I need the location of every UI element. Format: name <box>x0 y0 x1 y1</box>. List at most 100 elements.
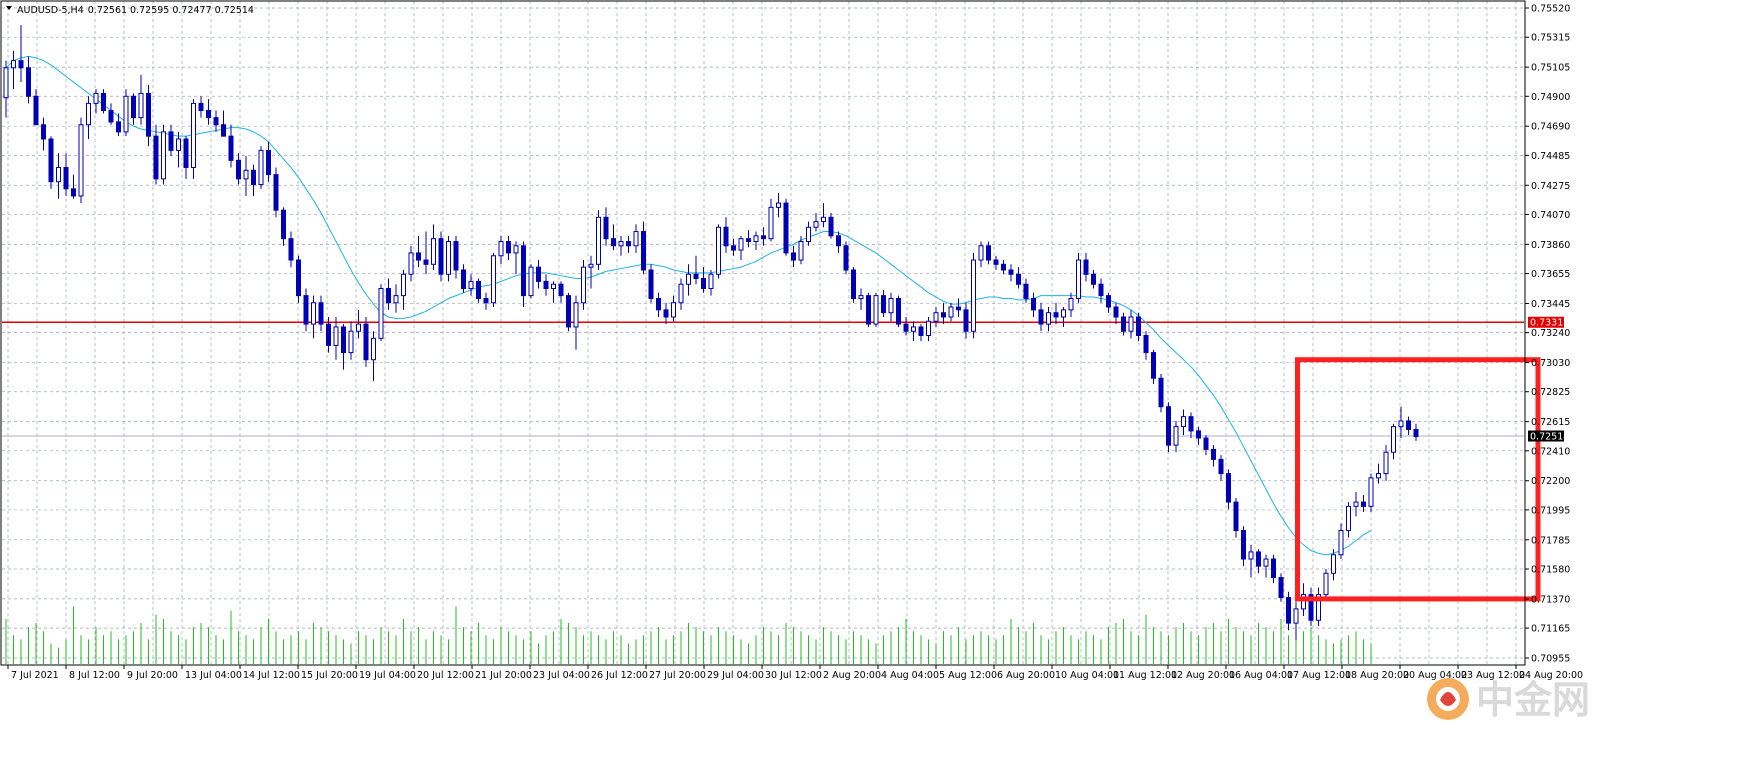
candle-body <box>1353 501 1359 507</box>
price-tick-label: 0.73240 <box>1531 328 1570 339</box>
candle-body <box>438 238 444 275</box>
price-tick-label: 0.73655 <box>1531 269 1570 280</box>
candle-body <box>258 149 264 186</box>
candle-body <box>1331 554 1336 574</box>
candle-body <box>1143 334 1149 354</box>
candle-body <box>1271 558 1276 579</box>
candle-body <box>1218 458 1224 475</box>
price-tick-label: 0.74485 <box>1531 151 1570 162</box>
price-tick-label: 0.75520 <box>1531 4 1570 15</box>
dropdown-triangle-icon[interactable] <box>6 6 12 10</box>
candle-body <box>521 245 526 297</box>
candle-body <box>153 135 159 180</box>
time-tick-label: 6 Aug 20:00 <box>997 670 1055 681</box>
candle-body <box>828 216 834 237</box>
time-tick-label: 18 Aug 20:00 <box>1345 670 1409 681</box>
candle-body <box>123 95 129 133</box>
chart-header: AUDUSD-5,H4 0.72561 0.72595 0.72477 0.725… <box>6 5 254 16</box>
time-tick-label: 19 Jul 04:00 <box>359 670 416 681</box>
candle-body <box>993 259 999 265</box>
candle-body <box>1398 420 1404 428</box>
candle-body <box>933 312 939 322</box>
candle-body <box>806 226 811 243</box>
candle-body <box>401 273 406 297</box>
candle-body <box>101 92 106 112</box>
candle-body <box>918 326 924 336</box>
moving-average <box>5 55 1372 556</box>
candle-body <box>551 283 556 290</box>
candle-body <box>611 238 616 247</box>
candle-body <box>1076 259 1081 299</box>
price-tick-label: 0.70955 <box>1531 654 1570 665</box>
candle-body <box>1361 501 1366 507</box>
candle-body <box>86 102 91 126</box>
candle-body <box>341 326 346 354</box>
price-axis[interactable]: 0.75520 0.75315 0.75105 0.74900 0.74690 0.744… <box>1525 4 1570 665</box>
moving-average-line <box>5 55 1372 556</box>
candle-body <box>903 323 909 332</box>
candle-body <box>963 309 969 332</box>
candle-body <box>138 92 144 119</box>
time-tick-label: 20 Jul 12:00 <box>417 670 474 681</box>
candle-body <box>596 216 601 265</box>
price-tick-label: 0.75105 <box>1531 63 1570 74</box>
candle-body <box>731 245 736 251</box>
candle-body <box>311 302 316 325</box>
candle-body <box>116 121 121 133</box>
ohlc-values: 0.72561 0.72595 0.72477 0.72514 <box>88 5 254 16</box>
candle-body <box>1128 316 1134 332</box>
chart-canvas[interactable]: 中金网 0.755200.753150.751050.749000.746900… <box>0 0 1740 762</box>
price-tick-label: 0.71995 <box>1531 505 1570 516</box>
candle-body <box>56 166 61 183</box>
candle-body <box>3 67 9 99</box>
candle-body <box>33 95 39 126</box>
candle-body <box>678 283 684 304</box>
candle-body <box>191 102 196 168</box>
price-tick-label: 0.73860 <box>1531 240 1570 251</box>
time-tick-label: 9 Jul 20:00 <box>127 670 178 681</box>
candle-body <box>746 238 751 243</box>
candle-body <box>948 306 954 318</box>
price-tick-label: 0.71580 <box>1531 565 1570 576</box>
price-tick-label: 0.74275 <box>1531 181 1570 192</box>
candle-body <box>641 231 646 271</box>
candle-body <box>618 241 624 247</box>
candle-body <box>1188 416 1194 432</box>
price-tick-label: 0.71785 <box>1531 535 1570 546</box>
candle-body <box>333 326 339 346</box>
time-tick-label: 24 Aug 20:00 <box>1519 670 1583 681</box>
candle-body <box>1211 448 1216 460</box>
candle-body <box>476 280 481 299</box>
price-tick-label: 0.72825 <box>1531 387 1570 398</box>
candle-body <box>956 306 961 311</box>
watermark: 中金网 <box>1427 678 1590 722</box>
candle-body <box>1001 263 1006 271</box>
candle-body <box>108 110 114 123</box>
candle-body <box>498 241 504 257</box>
level-price-tag-text: 0.73313 <box>1530 318 1569 329</box>
time-tick-label: 21 Jul 20:00 <box>475 670 532 681</box>
time-tick-label: 2 Aug 20:00 <box>823 670 881 681</box>
symbol-label: AUDUSD-5,H4 0.72561 0.72595 0.72477 0.725… <box>17 5 254 16</box>
candle-body <box>978 245 984 261</box>
time-tick-label: 4 Aug 04:00 <box>881 670 939 681</box>
time-tick-label: 30 Jul 12:00 <box>765 670 822 681</box>
candle-body <box>1233 501 1239 532</box>
time-tick-label: 23 Aug 12:00 <box>1461 670 1525 681</box>
candle-body <box>1173 426 1179 446</box>
candle-body <box>1181 416 1186 428</box>
time-tick-label: 8 Jul 12:00 <box>69 670 120 681</box>
candle-body <box>626 241 631 247</box>
candle-body <box>1151 352 1156 379</box>
symbol-name: AUDUSD-5,H4 <box>17 5 84 16</box>
candle-body <box>161 131 166 180</box>
candle-body <box>236 159 241 180</box>
time-tick-label: 13 Jul 04:00 <box>185 670 242 681</box>
time-axis[interactable]: 7 Jul 2021 8 Jul 12:00 9 Jul 20:00 13 Jul 0… <box>7 665 1583 681</box>
candle-body <box>18 60 24 69</box>
candle-body <box>48 138 54 183</box>
candle-body <box>1046 312 1051 325</box>
chart-window: 中金网 0.75520 0.75315 0.75105 0.74900 0.74690 0… <box>0 0 1740 762</box>
candle-body <box>1278 577 1284 598</box>
candle-body <box>708 273 714 290</box>
